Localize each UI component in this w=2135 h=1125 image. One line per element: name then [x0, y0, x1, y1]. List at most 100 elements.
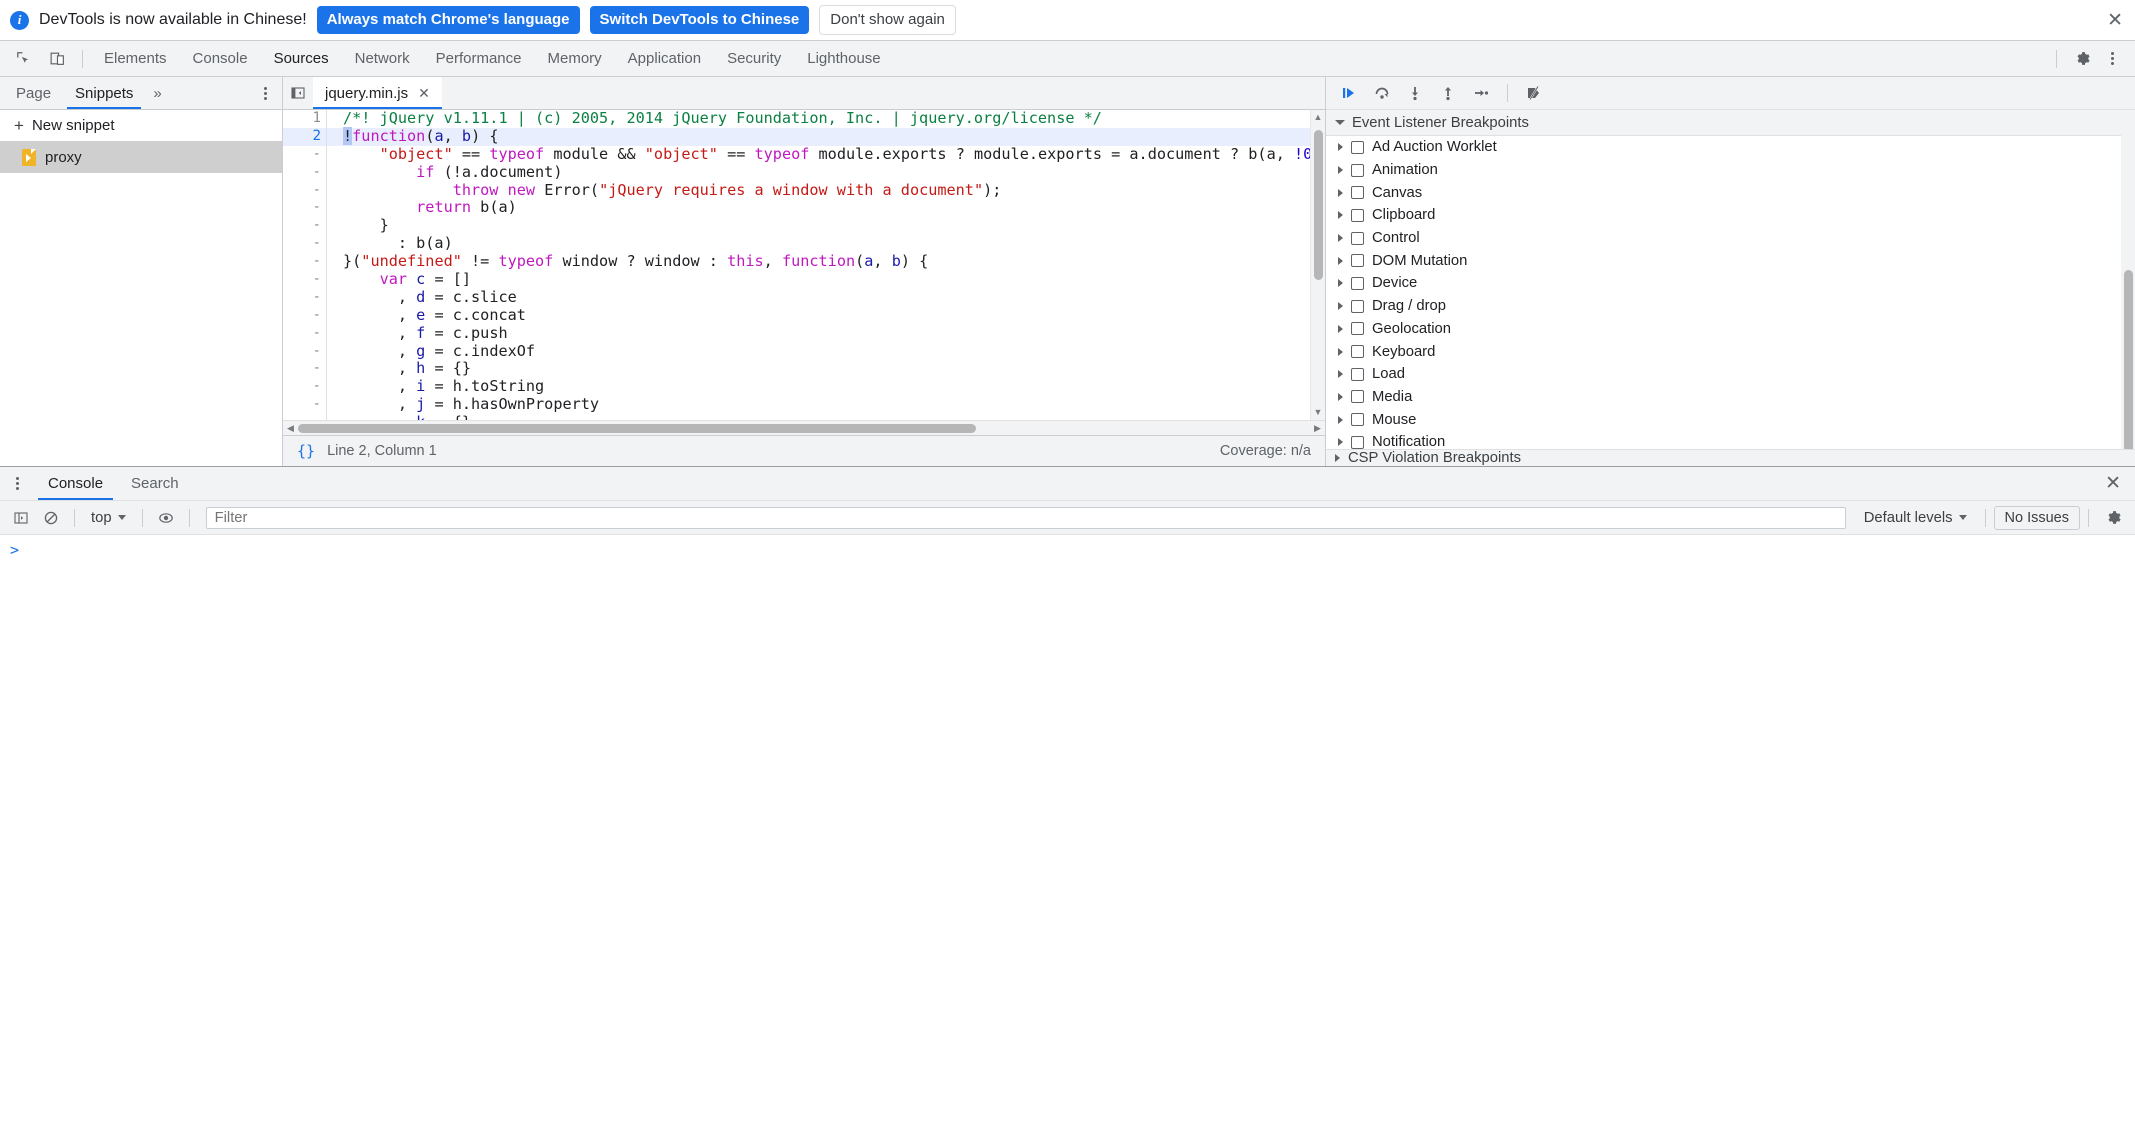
chevron-right-icon[interactable]	[1338, 416, 1343, 424]
scrollbar-thumb[interactable]	[2124, 270, 2133, 449]
event-category-row[interactable]: Load	[1326, 363, 2135, 386]
clear-console-icon[interactable]	[36, 505, 66, 531]
event-category-row[interactable]: Ad Auction Worklet	[1326, 136, 2135, 159]
new-snippet-button[interactable]: + New snippet	[0, 110, 282, 141]
chevron-right-icon[interactable]	[1338, 211, 1343, 219]
console-sidebar-icon[interactable]	[6, 505, 36, 531]
step-icon[interactable]	[1466, 80, 1496, 107]
issues-button[interactable]: No Issues	[1994, 506, 2080, 530]
line-number[interactable]: -	[283, 307, 327, 325]
event-category-row[interactable]: Media	[1326, 386, 2135, 409]
show-navigator-icon[interactable]	[283, 77, 313, 110]
line-number[interactable]: -	[283, 325, 327, 343]
scroll-left-icon[interactable]: ◀	[283, 423, 298, 434]
line-number[interactable]: -	[283, 235, 327, 253]
checkbox[interactable]	[1351, 209, 1364, 222]
code-line[interactable]: - , e = c.concat	[283, 307, 1310, 325]
kebab-menu-icon[interactable]	[4, 471, 30, 497]
editor-horizontal-scrollbar[interactable]: ◀ ▶	[283, 420, 1325, 435]
code-line[interactable]: - return b(a)	[283, 199, 1310, 217]
code-line[interactable]: - var c = []	[283, 271, 1310, 289]
csp-violation-breakpoints-section[interactable]: CSP Violation Breakpoints	[1326, 449, 2135, 466]
line-number[interactable]: 2	[283, 128, 327, 146]
live-expression-icon[interactable]	[151, 505, 181, 531]
gear-icon[interactable]	[2097, 505, 2129, 531]
event-category-row[interactable]: DOM Mutation	[1326, 249, 2135, 272]
checkbox[interactable]	[1351, 186, 1364, 199]
code-line[interactable]: - , f = c.push	[283, 325, 1310, 343]
device-toolbar-icon[interactable]	[42, 45, 72, 73]
tab-application[interactable]: Application	[615, 41, 714, 76]
close-icon[interactable]: ✕	[2107, 11, 2123, 30]
checkbox[interactable]	[1351, 254, 1364, 267]
editor-vertical-scrollbar[interactable]: ▲ ▼	[1310, 110, 1325, 420]
execution-context-selector[interactable]: top	[83, 510, 134, 526]
chevron-right-icon[interactable]	[1338, 143, 1343, 151]
scroll-right-icon[interactable]: ▶	[1310, 423, 1325, 434]
code-line[interactable]: - , g = c.indexOf	[283, 343, 1310, 361]
code-line[interactable]: - , d = c.slice	[283, 289, 1310, 307]
kebab-menu-icon[interactable]	[252, 80, 278, 106]
tab-performance[interactable]: Performance	[423, 41, 535, 76]
nav-tab-snippets[interactable]: Snippets	[63, 77, 145, 109]
chevron-right-icon[interactable]	[1338, 302, 1343, 310]
checkbox[interactable]	[1351, 368, 1364, 381]
scrollbar-thumb[interactable]	[298, 424, 976, 433]
filter-input[interactable]	[206, 507, 1846, 529]
inspect-element-icon[interactable]	[8, 45, 38, 73]
code-line[interactable]: - , j = h.hasOwnProperty	[283, 396, 1310, 414]
code-viewport[interactable]: 1/*! jQuery v1.11.1 | (c) 2005, 2014 jQu…	[283, 110, 1310, 420]
code-line[interactable]: - throw new Error("jQuery requires a win…	[283, 182, 1310, 200]
log-levels-selector[interactable]: Default levels	[1854, 510, 1977, 526]
scroll-down-icon[interactable]: ▼	[1311, 405, 1325, 420]
chevron-right-icon[interactable]	[1338, 370, 1343, 378]
list-item[interactable]: proxy	[0, 141, 282, 173]
line-number[interactable]: -	[283, 271, 327, 289]
pretty-print-icon[interactable]: {}	[297, 442, 315, 460]
line-number[interactable]: -	[283, 182, 327, 200]
step-out-icon[interactable]	[1433, 80, 1463, 107]
code-line[interactable]: - "object" == typeof module && "object" …	[283, 146, 1310, 164]
breakpoints-list[interactable]: Event Listener Breakpoints Ad Auction Wo…	[1326, 110, 2135, 449]
checkbox[interactable]	[1351, 164, 1364, 177]
chevron-right-icon[interactable]	[1338, 279, 1343, 287]
tab-security[interactable]: Security	[714, 41, 794, 76]
checkbox[interactable]	[1351, 277, 1364, 290]
tab-console[interactable]: Console	[180, 41, 261, 76]
event-listener-breakpoints-section[interactable]: Event Listener Breakpoints	[1326, 110, 2135, 136]
switch-devtools-to-chinese-button[interactable]: Switch DevTools to Chinese	[590, 6, 810, 34]
source-code[interactable]: 1/*! jQuery v1.11.1 | (c) 2005, 2014 jQu…	[283, 110, 1310, 420]
event-category-row[interactable]: Drag / drop	[1326, 295, 2135, 318]
code-line[interactable]: -}("undefined" != typeof window ? window…	[283, 253, 1310, 271]
line-number[interactable]: -	[283, 360, 327, 378]
checkbox[interactable]	[1351, 390, 1364, 403]
scrollbar-thumb[interactable]	[1314, 130, 1323, 280]
line-number[interactable]: -	[283, 217, 327, 235]
checkbox[interactable]	[1351, 322, 1364, 335]
always-match-chrome-language-button[interactable]: Always match Chrome's language	[317, 6, 580, 34]
line-number[interactable]: -	[283, 343, 327, 361]
nav-tab-page[interactable]: Page	[4, 77, 63, 109]
line-number[interactable]: -	[283, 396, 327, 414]
event-category-row[interactable]: Keyboard	[1326, 340, 2135, 363]
line-number[interactable]: -	[283, 164, 327, 182]
line-number[interactable]: -	[283, 199, 327, 217]
event-category-row[interactable]: Device	[1326, 272, 2135, 295]
chevron-right-icon[interactable]	[1338, 438, 1343, 446]
line-number[interactable]: -	[283, 378, 327, 396]
line-number[interactable]: -	[283, 253, 327, 271]
console-output[interactable]: >	[0, 535, 2135, 1125]
tab-lighthouse[interactable]: Lighthouse	[794, 41, 893, 76]
event-category-row[interactable]: Animation	[1326, 159, 2135, 182]
tab-sources[interactable]: Sources	[261, 41, 342, 76]
chevron-right-icon[interactable]	[1338, 189, 1343, 197]
scroll-up-icon[interactable]: ▲	[1311, 110, 1325, 125]
checkbox[interactable]	[1351, 345, 1364, 358]
resume-script-execution-icon[interactable]	[1334, 80, 1364, 107]
checkbox[interactable]	[1351, 413, 1364, 426]
line-number[interactable]: 1	[283, 110, 327, 128]
code-line[interactable]: - if (!a.document)	[283, 164, 1310, 182]
scrollbar-track[interactable]	[298, 421, 1310, 436]
event-category-row[interactable]: Mouse	[1326, 408, 2135, 431]
sidebar-scrollbar[interactable]	[2121, 110, 2135, 449]
